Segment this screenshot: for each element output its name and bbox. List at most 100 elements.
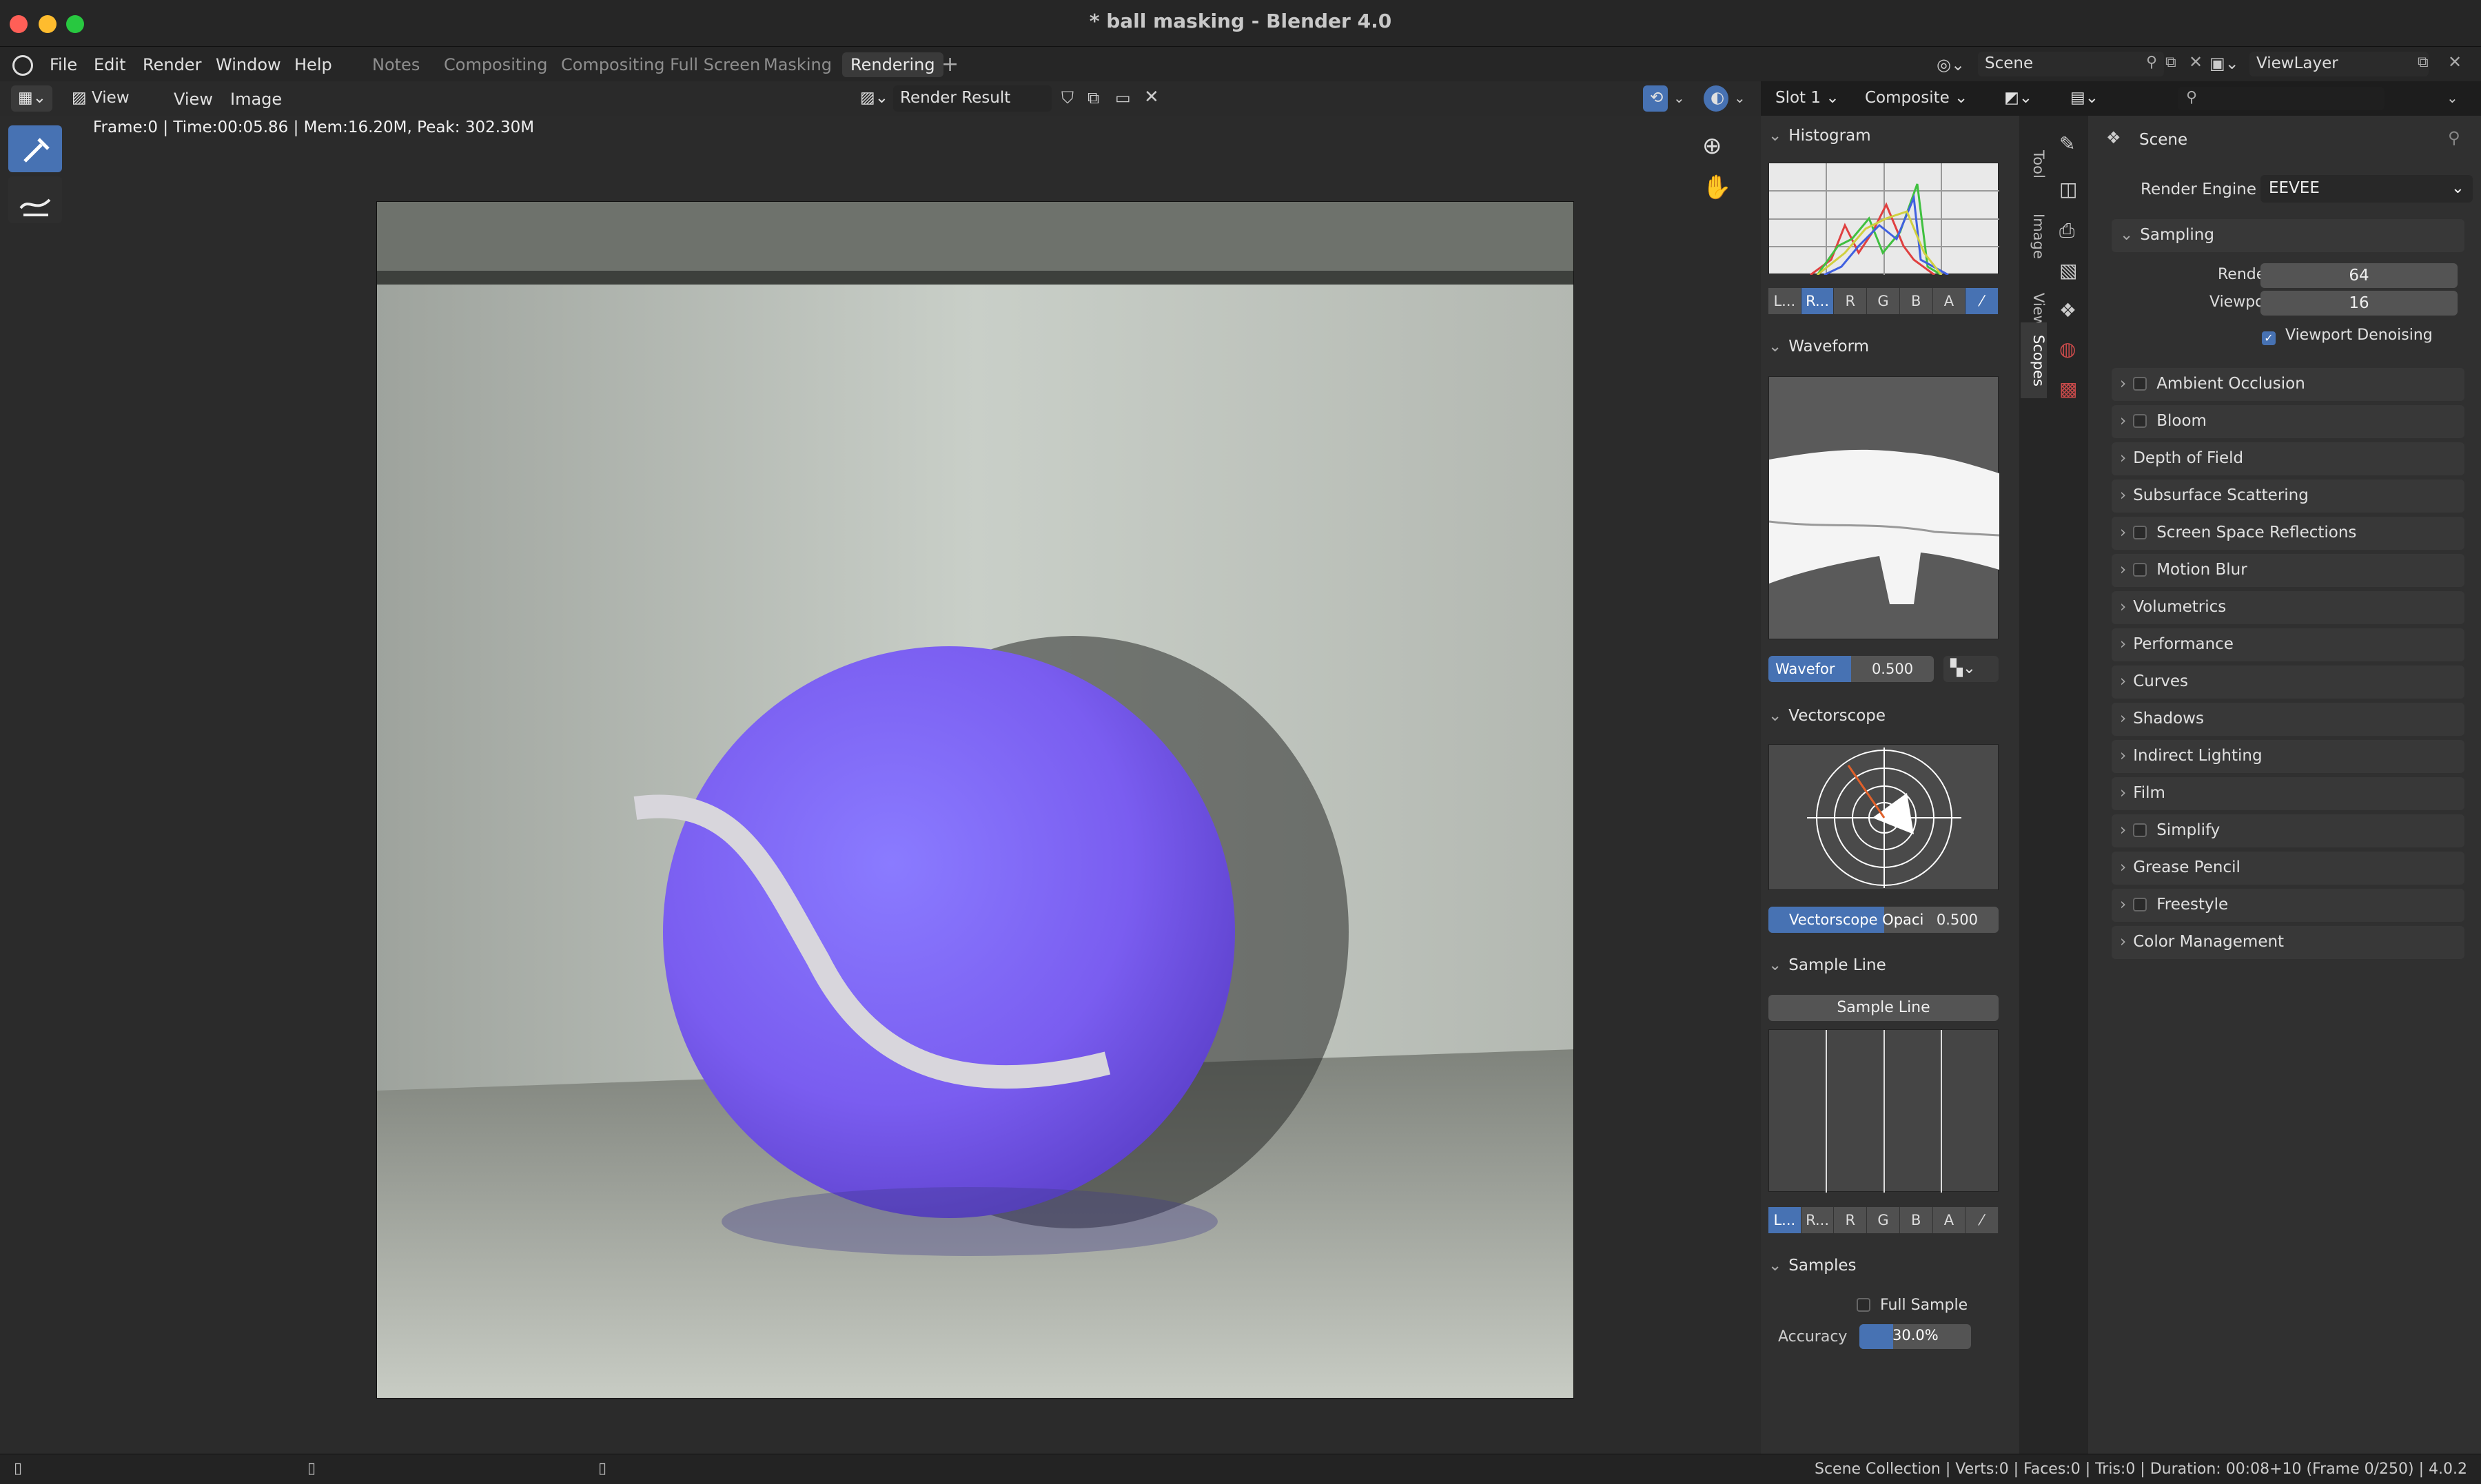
scene-tab-icon[interactable]: ❖ [2059,299,2076,322]
properties-editor-type-button[interactable]: ▤⌄ [2063,85,2107,112]
viewport-samples-field[interactable]: 16 [2260,291,2458,316]
properties-options-chevron-icon[interactable]: ⌄ [2447,90,2458,106]
sample-line-toggle-icon[interactable]: ⁄ [1966,1207,1999,1233]
waveform-mode-dropdown-icon[interactable]: ▚⌄ [1943,656,1999,682]
panel-volumetrics[interactable]: › Volumetrics [2112,591,2464,624]
sample-line-rgb-button[interactable]: R... [1801,1207,1835,1233]
pan-hand-icon[interactable]: ✋ [1702,174,1731,201]
panel-curves[interactable]: › Curves [2112,666,2464,699]
panel-performance[interactable]: › Performance [2112,628,2464,661]
histogram-alpha-button[interactable]: A [1932,288,1966,314]
panel-enable-checkbox[interactable] [2133,377,2147,391]
panel-enable-checkbox[interactable] [2133,414,2147,428]
sample-line-red-button[interactable]: R [1834,1207,1868,1233]
chevron-down-icon[interactable]: ⌄ [1673,90,1685,106]
sample-line-green-button[interactable]: G [1867,1207,1900,1233]
unlink-image-icon[interactable]: ✕ [1144,87,1159,107]
sample-line-button[interactable]: Sample Line [1768,995,1999,1021]
blender-logo-icon[interactable] [12,55,33,76]
render-result-field[interactable]: Render Result [893,85,1052,112]
sample-line-blue-button[interactable]: B [1899,1207,1933,1233]
slot-dropdown[interactable]: Slot 1 ⌄ [1768,85,1851,112]
sample-line-panel-header[interactable]: ⌄ Sample Line [1768,956,1886,974]
pin-icon[interactable]: ⚲ [2448,128,2460,147]
delete-viewlayer-icon[interactable]: ✕ [2448,52,2462,72]
histogram-panel-header[interactable]: ⌄ Histogram [1768,127,1871,145]
samples-panel-header[interactable]: ⌄ Samples [1768,1257,1857,1275]
tab-compositing[interactable]: Compositing [436,52,555,77]
sidebar-tab-scopes[interactable]: Scopes [2021,322,2047,398]
viewlayer-browse-icon[interactable]: ▣⌄ [2209,54,2239,73]
scene-browse-icon[interactable]: ◎⌄ [1937,55,1965,74]
menu-view[interactable]: View [170,87,217,112]
menu-help[interactable]: Help [290,52,336,77]
vectorscope-panel-header[interactable]: ⌄ Vectorscope [1768,707,1886,725]
viewlayer-field[interactable]: ViewLayer [2249,52,2429,76]
tab-compositing-full-screen[interactable]: Compositing Full Screen [553,52,768,77]
menu-file[interactable]: File [45,52,81,77]
scene-field[interactable]: Scene [1978,52,2164,76]
full-sample-checkbox[interactable]: Full Sample [1857,1297,1968,1314]
panel-enable-checkbox[interactable] [2133,823,2147,837]
panel-shadows[interactable]: › Shadows [2112,703,2464,736]
menu-window[interactable]: Window [212,52,285,77]
add-workspace-icon[interactable]: + [941,52,959,76]
panel-film[interactable]: › Film [2112,777,2464,810]
sample-line-scope[interactable] [1768,1029,1999,1193]
panel-depth-of-field[interactable]: › Depth of Field [2112,442,2464,475]
pin-icon[interactable]: ⚲ [2146,54,2157,71]
tab-masking[interactable]: Masking [755,52,840,77]
panel-enable-checkbox[interactable] [2133,563,2147,577]
sample-line-luma-button[interactable]: L... [1768,1207,1801,1233]
sidebar-tab-tool[interactable]: Tool [2021,130,2047,198]
tool-tab-icon[interactable]: ✎ [2059,132,2075,155]
waveform-opacity-slider[interactable]: Wavefor 0.500 [1768,656,1934,682]
output-tab-icon[interactable]: ⎙ [2059,219,2074,243]
panel-ambient-occlusion[interactable]: › Ambient Occlusion [2112,368,2464,401]
vectorscope-opacity-slider[interactable]: Vectorscope Opaci 0.500 [1768,907,1999,933]
panel-bloom[interactable]: › Bloom [2112,405,2464,438]
fake-user-shield-icon[interactable]: ⛉ [1061,88,1074,107]
view-layer-tab-icon[interactable]: ▧ [2059,259,2077,282]
histogram-rgb-button[interactable]: R... [1801,288,1835,314]
tab-notes[interactable]: Notes [364,52,428,77]
histogram-scope[interactable] [1768,163,1999,276]
pass-dropdown[interactable]: Composite ⌄ [1858,85,1989,112]
panel-grease-pencil[interactable]: › Grease Pencil [2112,852,2464,885]
menu-image[interactable]: Image [226,87,286,112]
panel-motion-blur[interactable]: › Motion Blur [2112,554,2464,587]
zoom-icon[interactable]: ⊕ [1702,132,1722,160]
histogram-luma-button[interactable]: L... [1768,288,1801,314]
texture-tab-icon[interactable]: ▩ [2059,378,2077,400]
panel-color-management[interactable]: › Color Management [2112,926,2464,959]
panel-enable-checkbox[interactable] [2133,898,2147,911]
sample-tool-eyedropper-icon[interactable] [8,125,62,172]
tab-rendering[interactable]: Rendering [842,52,943,77]
sample-line-alpha-button[interactable]: A [1932,1207,1966,1233]
world-tab-icon[interactable]: ◍ [2059,338,2076,360]
properties-search-input[interactable]: ⚲ [2178,87,2385,110]
overlay-toggle-icon[interactable]: ◐ [1704,85,1728,112]
panel-enable-checkbox[interactable] [2133,526,2147,539]
panel-indirect-lighting[interactable]: › Indirect Lighting [2112,740,2464,773]
histogram-line-toggle-icon[interactable]: ⁄ [1966,288,1999,314]
menu-render[interactable]: Render [139,52,205,77]
render-engine-dropdown[interactable]: EEVEE ⌄ [2260,175,2473,203]
display-channels-icon[interactable]: ◩⌄ [1997,85,2041,112]
histogram-red-button[interactable]: R [1834,288,1868,314]
panel-freestyle[interactable]: › Freestyle [2112,889,2464,922]
vectorscope-scope[interactable] [1768,744,1999,890]
waveform-panel-header[interactable]: ⌄ Waveform [1768,338,1869,355]
panel-screen-space-reflections[interactable]: › Screen Space Reflections [2112,517,2464,550]
pivot-sync-icon[interactable]: ⟲ [1643,85,1668,112]
histogram-green-button[interactable]: G [1867,288,1900,314]
new-image-icon[interactable]: ⧉ [1088,88,1099,107]
viewport-denoising-checkbox[interactable]: ✓ Viewport Denoising [2262,327,2433,345]
waveform-scope[interactable] [1768,376,2000,639]
delete-scene-icon[interactable]: ✕ [2189,52,2203,72]
menu-edit[interactable]: Edit [90,52,130,77]
render-tab-icon[interactable]: ◫ [2059,178,2077,200]
overlay-chevron-icon[interactable]: ⌄ [1734,90,1746,106]
sampling-panel-header[interactable]: ⌄ Sampling [2112,219,2464,252]
image-browse-icon[interactable]: ▨⌄ [853,85,892,112]
